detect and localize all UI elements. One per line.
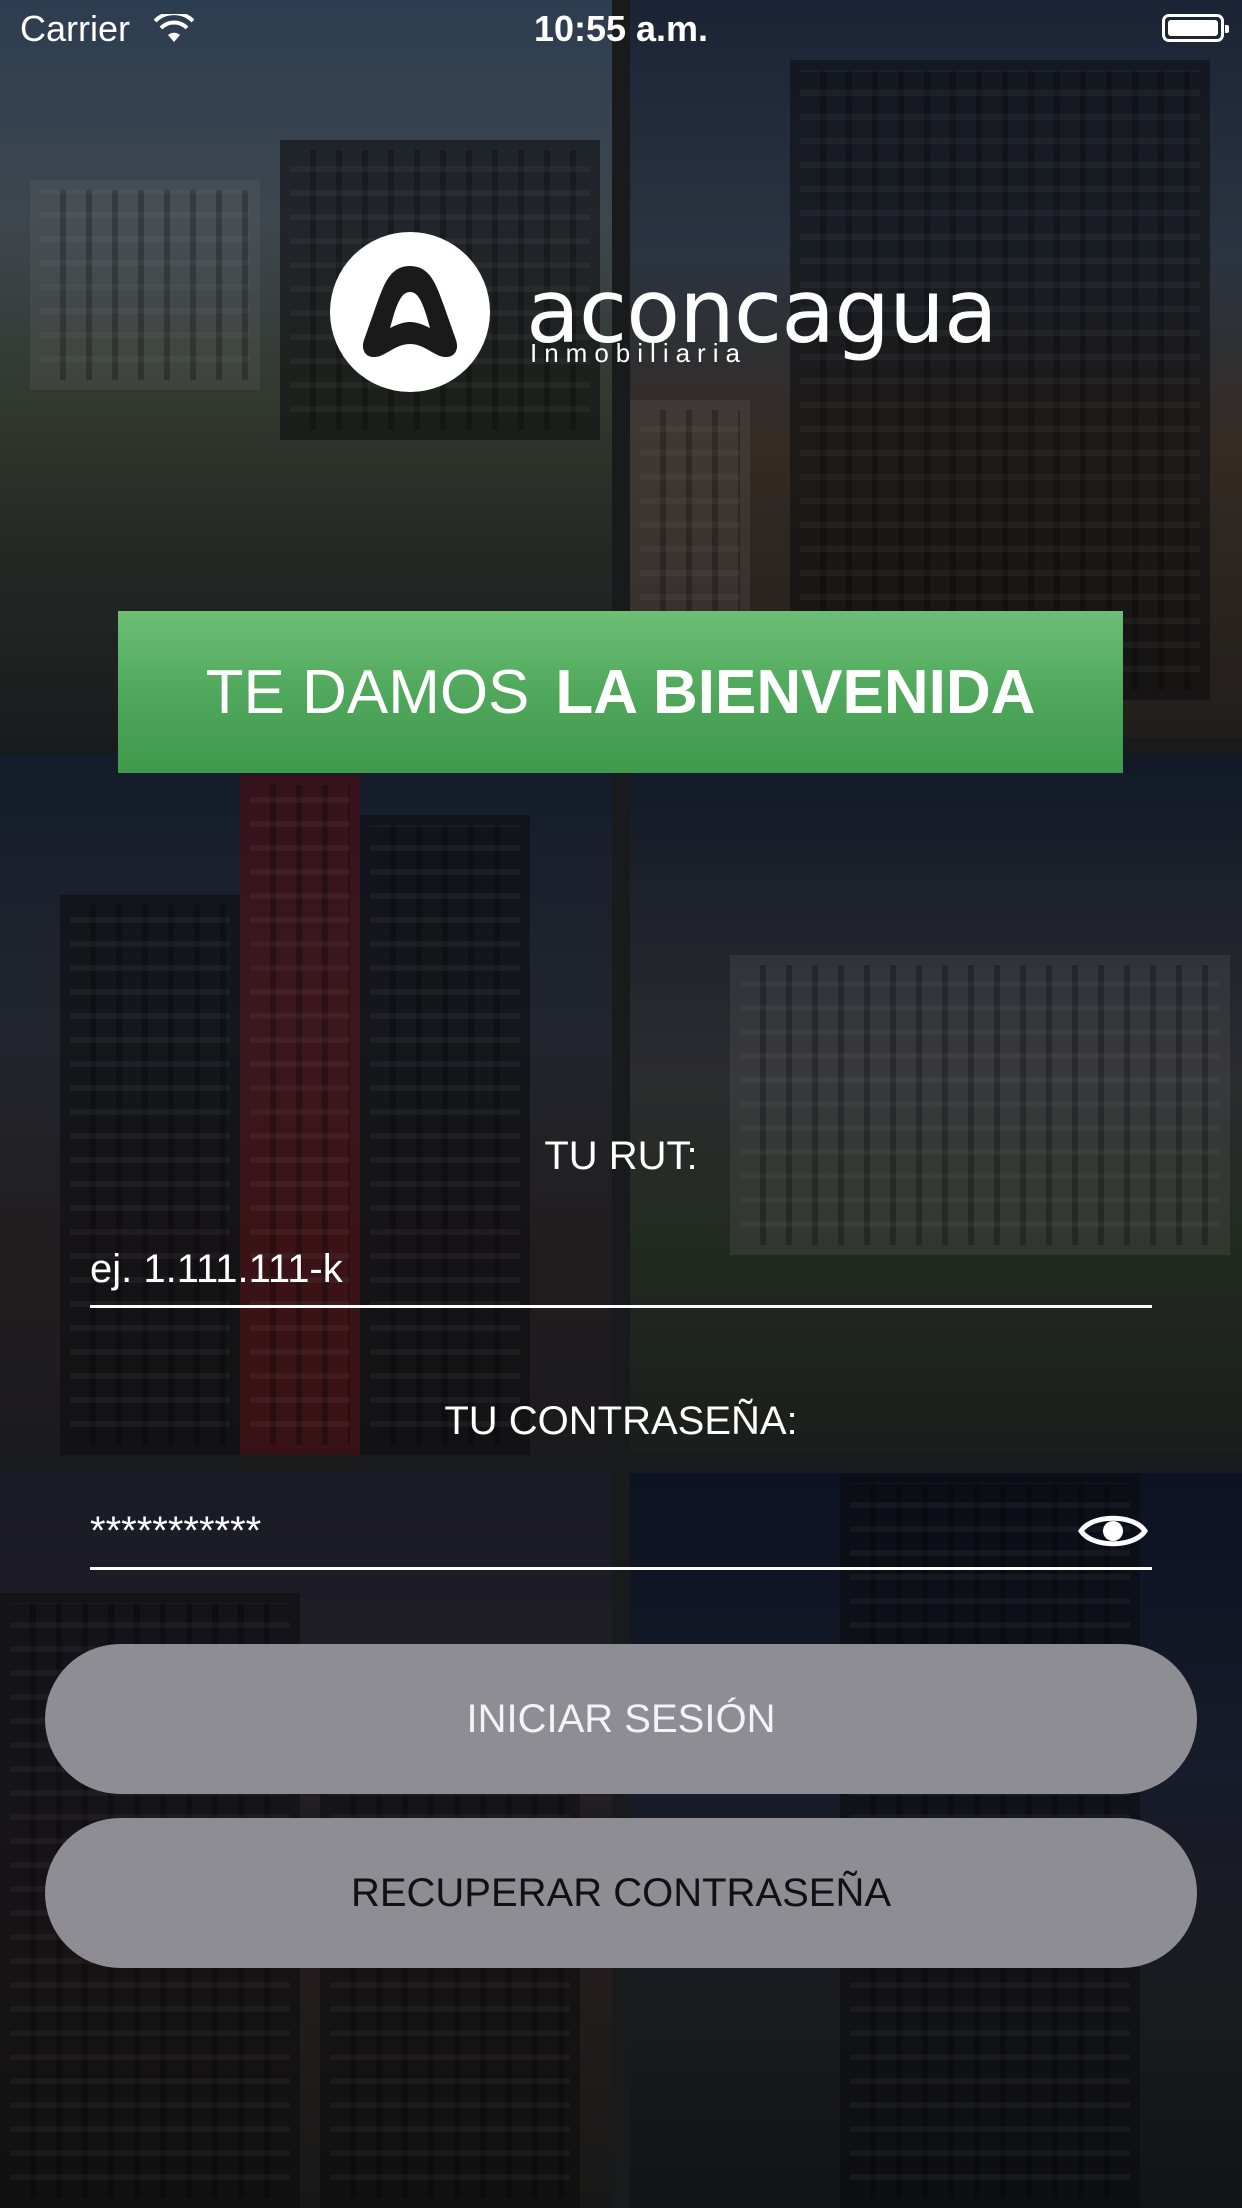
battery-icon bbox=[1162, 14, 1229, 42]
eye-icon[interactable] bbox=[1078, 1508, 1148, 1554]
password-field[interactable] bbox=[90, 1496, 1152, 1570]
welcome-banner: TE DAMOS LA BIENVENIDA bbox=[118, 611, 1123, 773]
status-bar: Carrier 10:55 a.m. bbox=[0, 0, 1242, 60]
password-label: TU CONTRASEÑA: bbox=[444, 1399, 798, 1443]
login-button[interactable]: INICIAR SESIÓN bbox=[45, 1644, 1197, 1794]
brand-logo: aconcagua Inmobiliaria bbox=[330, 232, 998, 392]
logo-subtitle: Inmobiliaria bbox=[530, 338, 747, 368]
password-input[interactable] bbox=[90, 1496, 1152, 1566]
welcome-light-text: TE DAMOS bbox=[205, 657, 530, 727]
recover-password-button[interactable]: RECUPERAR CONTRASEÑA bbox=[45, 1818, 1197, 1968]
rut-field[interactable] bbox=[90, 1234, 1152, 1308]
rut-label: TU RUT: bbox=[544, 1134, 698, 1178]
status-time: 10:55 a.m. bbox=[533, 8, 709, 49]
logo-mark-icon bbox=[330, 232, 490, 392]
welcome-bold-text: LA BIENVENIDA bbox=[555, 657, 1036, 727]
rut-input[interactable] bbox=[90, 1234, 1152, 1304]
